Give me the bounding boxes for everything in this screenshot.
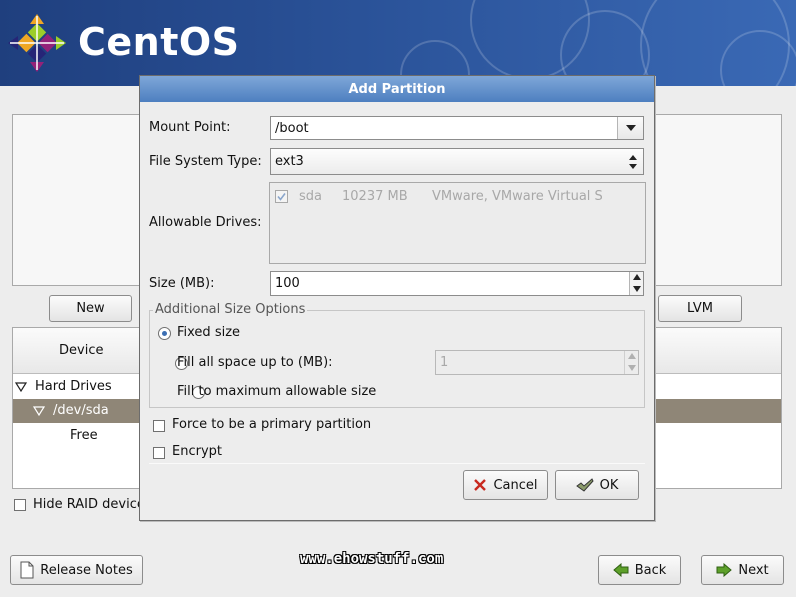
allowable-drives-label: Allowable Drives: <box>149 215 262 230</box>
fixed-size-label: Fixed size <box>177 325 241 340</box>
arrow-right-icon <box>716 563 733 577</box>
fill-upto-value: 1 <box>440 355 449 370</box>
fs-type-value: ext3 <box>275 154 304 169</box>
fill-upto-label: Fill all space up to (MB): <box>177 355 333 370</box>
force-primary-checkbox[interactable] <box>153 420 165 432</box>
fill-max-label: Fill to maximum allowable size <box>177 384 377 399</box>
drive-checkbox-checked-icon[interactable] <box>275 190 288 203</box>
drive-model: VMware, VMware Virtual S <box>432 189 603 204</box>
tree-label-hard-drives: Hard Drives <box>35 379 112 394</box>
spin-down-icon[interactable] <box>633 286 641 292</box>
back-button[interactable]: Back <box>598 555 681 585</box>
cancel-x-icon <box>474 479 487 491</box>
header-banner: CentOS <box>0 0 796 86</box>
fill-upto-spinner[interactable]: 1 <box>435 350 639 375</box>
expander-down-icon[interactable] <box>33 406 45 416</box>
fs-type-select[interactable]: ext3 <box>270 148 644 175</box>
mount-point-label: Mount Point: <box>149 120 231 135</box>
drive-size: 10237 MB <box>342 189 408 204</box>
fs-type-label: File System Type: <box>149 154 262 169</box>
force-primary-label: Force to be a primary partition <box>172 417 372 432</box>
encrypt-checkbox[interactable] <box>153 447 165 459</box>
cancel-button[interactable]: Cancel <box>463 470 548 500</box>
expander-down-icon[interactable] <box>15 382 27 392</box>
document-icon <box>20 561 34 579</box>
release-notes-button[interactable]: Release Notes <box>10 555 143 585</box>
size-options-legend: Additional Size Options <box>153 302 308 317</box>
spin-down-icon[interactable] <box>628 365 636 371</box>
mount-point-combo[interactable]: /boot <box>270 116 644 140</box>
tree-label-free: Free <box>70 428 98 443</box>
mount-point-value: /boot <box>275 120 309 136</box>
device-column-label: Device <box>59 343 104 358</box>
size-value: 100 <box>275 276 300 291</box>
ok-button[interactable]: OK <box>555 470 639 500</box>
next-button[interactable]: Next <box>701 555 784 585</box>
centos-logo-icon <box>8 14 66 72</box>
new-partition-button[interactable]: New <box>49 295 132 322</box>
button-separator <box>149 463 645 464</box>
hide-raid-checkbox[interactable] <box>14 499 26 511</box>
encrypt-label: Encrypt <box>172 444 222 459</box>
hide-raid-label: Hide RAID device <box>33 497 145 512</box>
ok-checkmark-icon <box>575 478 594 492</box>
dialog-title: Add Partition <box>140 76 654 102</box>
add-partition-dialog: Add Partition Mount Point: /boot File Sy… <box>139 75 655 521</box>
fixed-size-radio[interactable] <box>158 327 171 340</box>
size-spinner[interactable]: 100 <box>270 271 644 296</box>
spinner-buttons[interactable] <box>624 351 638 374</box>
lvm-button[interactable]: LVM <box>658 295 742 322</box>
spin-up-icon[interactable] <box>628 353 636 359</box>
size-label: Size (MB): <box>149 276 215 291</box>
watermark-text: www.ehowstuff.com <box>300 551 444 567</box>
allowable-drives-list[interactable]: sda 10237 MB VMware, VMware Virtual S <box>269 182 646 264</box>
drive-row-sda[interactable]: sda 10237 MB VMware, VMware Virtual S <box>270 187 645 207</box>
spin-up-icon[interactable] <box>633 274 641 280</box>
dropdown-arrow-icon[interactable] <box>617 117 643 139</box>
tree-label-dev-sda: /dev/sda <box>53 403 109 418</box>
arrow-left-icon <box>612 563 629 577</box>
centos-logo-text: CentOS <box>78 20 240 64</box>
spinner-buttons[interactable] <box>629 272 643 295</box>
drive-name: sda <box>299 189 322 204</box>
updown-arrows-icon <box>629 155 637 169</box>
